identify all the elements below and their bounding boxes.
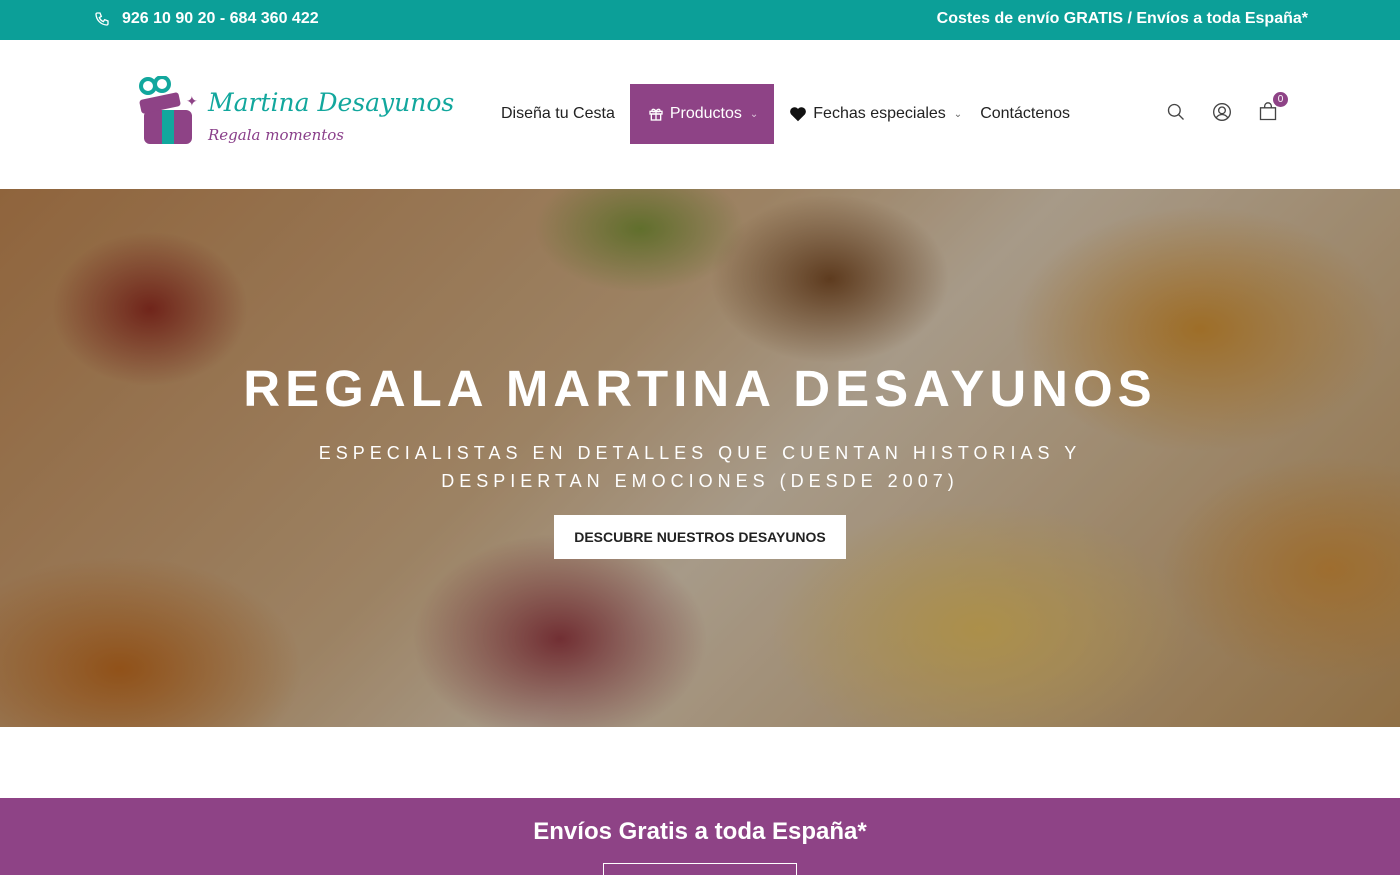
chevron-down-icon: ⌄ <box>953 108 963 120</box>
free-shipping-title: Envíos Gratis a toda España* <box>533 818 867 845</box>
cart-button[interactable]: 0 <box>1258 92 1288 122</box>
nav-item-fechas-especiales[interactable]: Fechas especiales ⌄ <box>780 84 971 144</box>
account-button[interactable] <box>1212 102 1232 122</box>
phone-contact[interactable]: 926 10 90 20 - 684 360 422 <box>94 10 319 28</box>
phone-numbers: 926 10 90 20 - 684 360 422 <box>122 10 319 27</box>
brand-name: Martina Desayunos <box>208 88 455 117</box>
user-icon <box>1213 103 1231 121</box>
search-icon <box>1167 103 1184 120</box>
nav-item-contactenos[interactable]: Contáctenos <box>971 84 1079 144</box>
nav-label: Contáctenos <box>980 105 1071 122</box>
main-navigation: Diseña tu Cesta Productos ⌄ Fechas espec… <box>492 84 1079 144</box>
hero-subtitle: ESPECIALISTAS EN DETALLES QUE CUENTAN HI… <box>318 443 1082 491</box>
nav-label: Fechas especiales <box>813 105 946 122</box>
hero-content: REGALA MARTINA DESAYUNOS ESPECIALISTAS E… <box>0 189 1400 727</box>
nav-item-productos[interactable]: Productos ⌄ <box>629 84 775 144</box>
discover-breakfasts-button[interactable]: DESCUBRE NUESTROS DESAYUNOS <box>554 515 846 559</box>
cart-count-badge: 0 <box>1273 92 1288 107</box>
band-button[interactable] <box>603 863 797 893</box>
svg-text:✦: ✦ <box>186 93 198 109</box>
gift-icon <box>649 108 663 121</box>
hero-banner: REGALA MARTINA DESAYUNOS ESPECIALISTAS E… <box>0 189 1400 727</box>
nav-label: Productos <box>669 105 742 122</box>
site-header: ✦ Martina Desayunos Regala momentos Dise… <box>0 40 1400 189</box>
free-shipping-band: Envíos Gratis a toda España* <box>0 798 1400 893</box>
nav-item-disena-cesta[interactable]: Diseña tu Cesta <box>492 84 624 144</box>
nav-label: Diseña tu Cesta <box>501 105 615 122</box>
phone-icon <box>95 12 109 26</box>
hero-title: REGALA MARTINA DESAYUNOS <box>243 360 1157 417</box>
shipping-promo: Costes de envío GRATIS / Envíos a toda E… <box>936 10 1308 27</box>
logo[interactable]: ✦ Martina Desayunos Regala momentos <box>136 76 454 156</box>
gift-box-logo-icon: ✦ <box>139 76 198 144</box>
search-button[interactable] <box>1166 102 1186 122</box>
chevron-down-icon: ⌄ <box>749 108 759 120</box>
brand-tagline: Regala momentos <box>208 126 344 144</box>
top-info-bar: 926 10 90 20 - 684 360 422 Costes de env… <box>0 0 1400 40</box>
heart-icon <box>790 107 807 122</box>
header-tools: 0 <box>1166 92 1288 122</box>
